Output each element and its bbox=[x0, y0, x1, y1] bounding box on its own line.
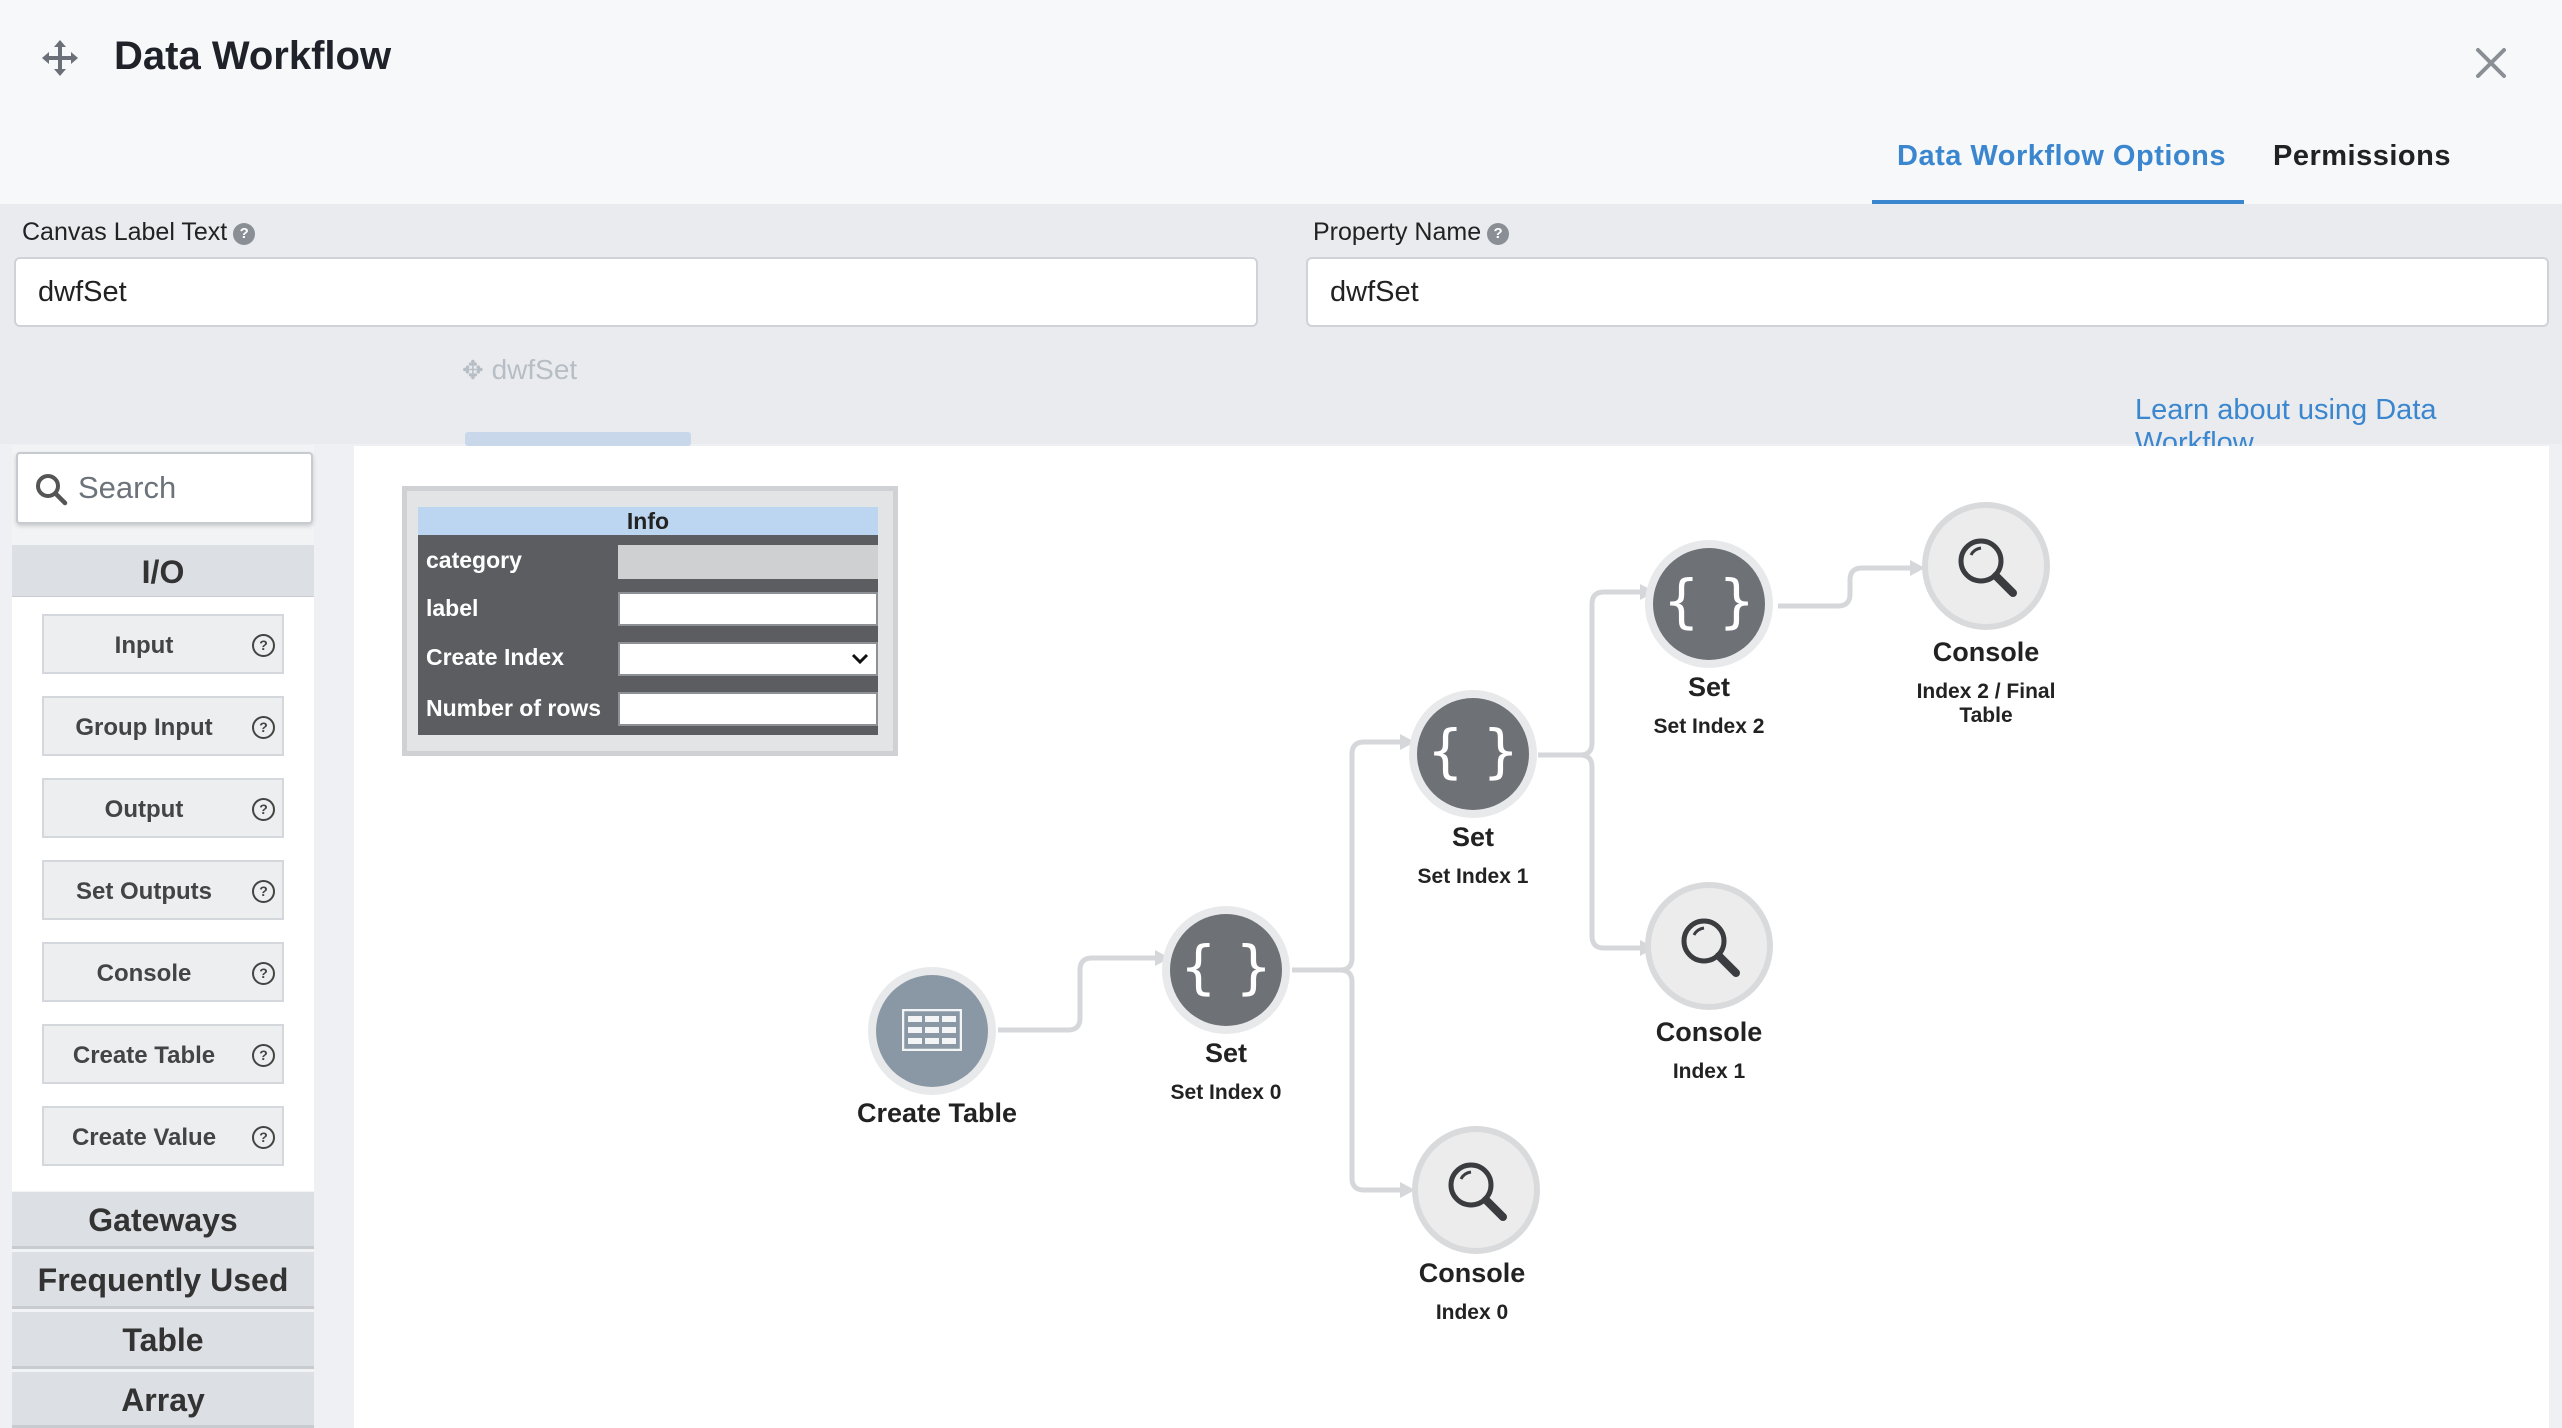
node-console-2-title: Console bbox=[1932, 637, 2040, 667]
node-set-0-title: Set bbox=[1204, 1038, 1248, 1068]
info-label-label: label bbox=[426, 595, 479, 621]
connector-set0-set1 bbox=[1292, 739, 1400, 973]
connections-layer bbox=[998, 560, 1925, 1198]
node-set-2-label: Set Index 2 bbox=[1653, 715, 1765, 738]
node-console-1-body bbox=[1651, 888, 1767, 1004]
magnifier-icon bbox=[1958, 538, 2017, 597]
node-set-1-title: Set bbox=[1451, 822, 1495, 852]
node-create-table[interactable] bbox=[868, 967, 996, 1095]
node-create-table-title: Create Table bbox=[856, 1098, 1018, 1128]
curly-braces-icon: { } bbox=[1653, 548, 1765, 660]
info-create-index-select[interactable] bbox=[618, 642, 878, 676]
curly-braces-icon: { } bbox=[1417, 698, 1529, 810]
node-console-2[interactable] bbox=[1922, 502, 2050, 630]
node-set-2[interactable]: { } bbox=[1645, 540, 1773, 668]
info-panel-title: Info bbox=[418, 507, 878, 535]
magnifier-icon bbox=[1681, 918, 1740, 977]
chevron-down-icon bbox=[851, 653, 869, 665]
info-panel: Info category label Create Index Number … bbox=[402, 486, 898, 756]
connector-createtable-set0 bbox=[998, 955, 1155, 1033]
node-set-1[interactable]: { } bbox=[1409, 690, 1537, 818]
info-panel-body: Info category label Create Index Number … bbox=[418, 507, 878, 735]
info-number-of-rows-input[interactable] bbox=[618, 692, 878, 726]
info-label-input[interactable] bbox=[618, 592, 878, 626]
node-console-1-title: Console bbox=[1655, 1017, 1763, 1047]
node-create-table-body bbox=[876, 975, 988, 1087]
magnifier-icon bbox=[1448, 1162, 1507, 1221]
node-console-0-title: Console bbox=[1418, 1258, 1526, 1288]
table-icon bbox=[902, 1009, 962, 1051]
node-console-1[interactable] bbox=[1645, 882, 1773, 1010]
node-console-2-body bbox=[1928, 508, 2044, 624]
connector-set2-console2 bbox=[1778, 565, 1910, 609]
node-console-2-label: Index 2 / Final Table bbox=[1916, 680, 2056, 727]
node-set-0-label: Set Index 0 bbox=[1170, 1081, 1282, 1104]
node-set-0[interactable]: { } bbox=[1162, 906, 1290, 1034]
node-set-1-label: Set Index 1 bbox=[1417, 865, 1529, 888]
info-category-label: category bbox=[426, 547, 522, 573]
connector-set0-console0 bbox=[1292, 967, 1400, 1193]
info-number-of-rows-label: Number of rows bbox=[426, 695, 602, 721]
node-set-2-title: Set bbox=[1687, 672, 1731, 702]
node-console-0-body bbox=[1418, 1132, 1534, 1248]
curly-braces-icon: { } bbox=[1170, 914, 1282, 1026]
node-console-1-label: Index 1 bbox=[1672, 1060, 1746, 1083]
node-console-0-label: Index 0 bbox=[1435, 1301, 1509, 1324]
info-category-field bbox=[618, 545, 878, 579]
node-console-0[interactable] bbox=[1412, 1126, 1540, 1254]
info-create-index-label: Create Index bbox=[426, 644, 565, 670]
